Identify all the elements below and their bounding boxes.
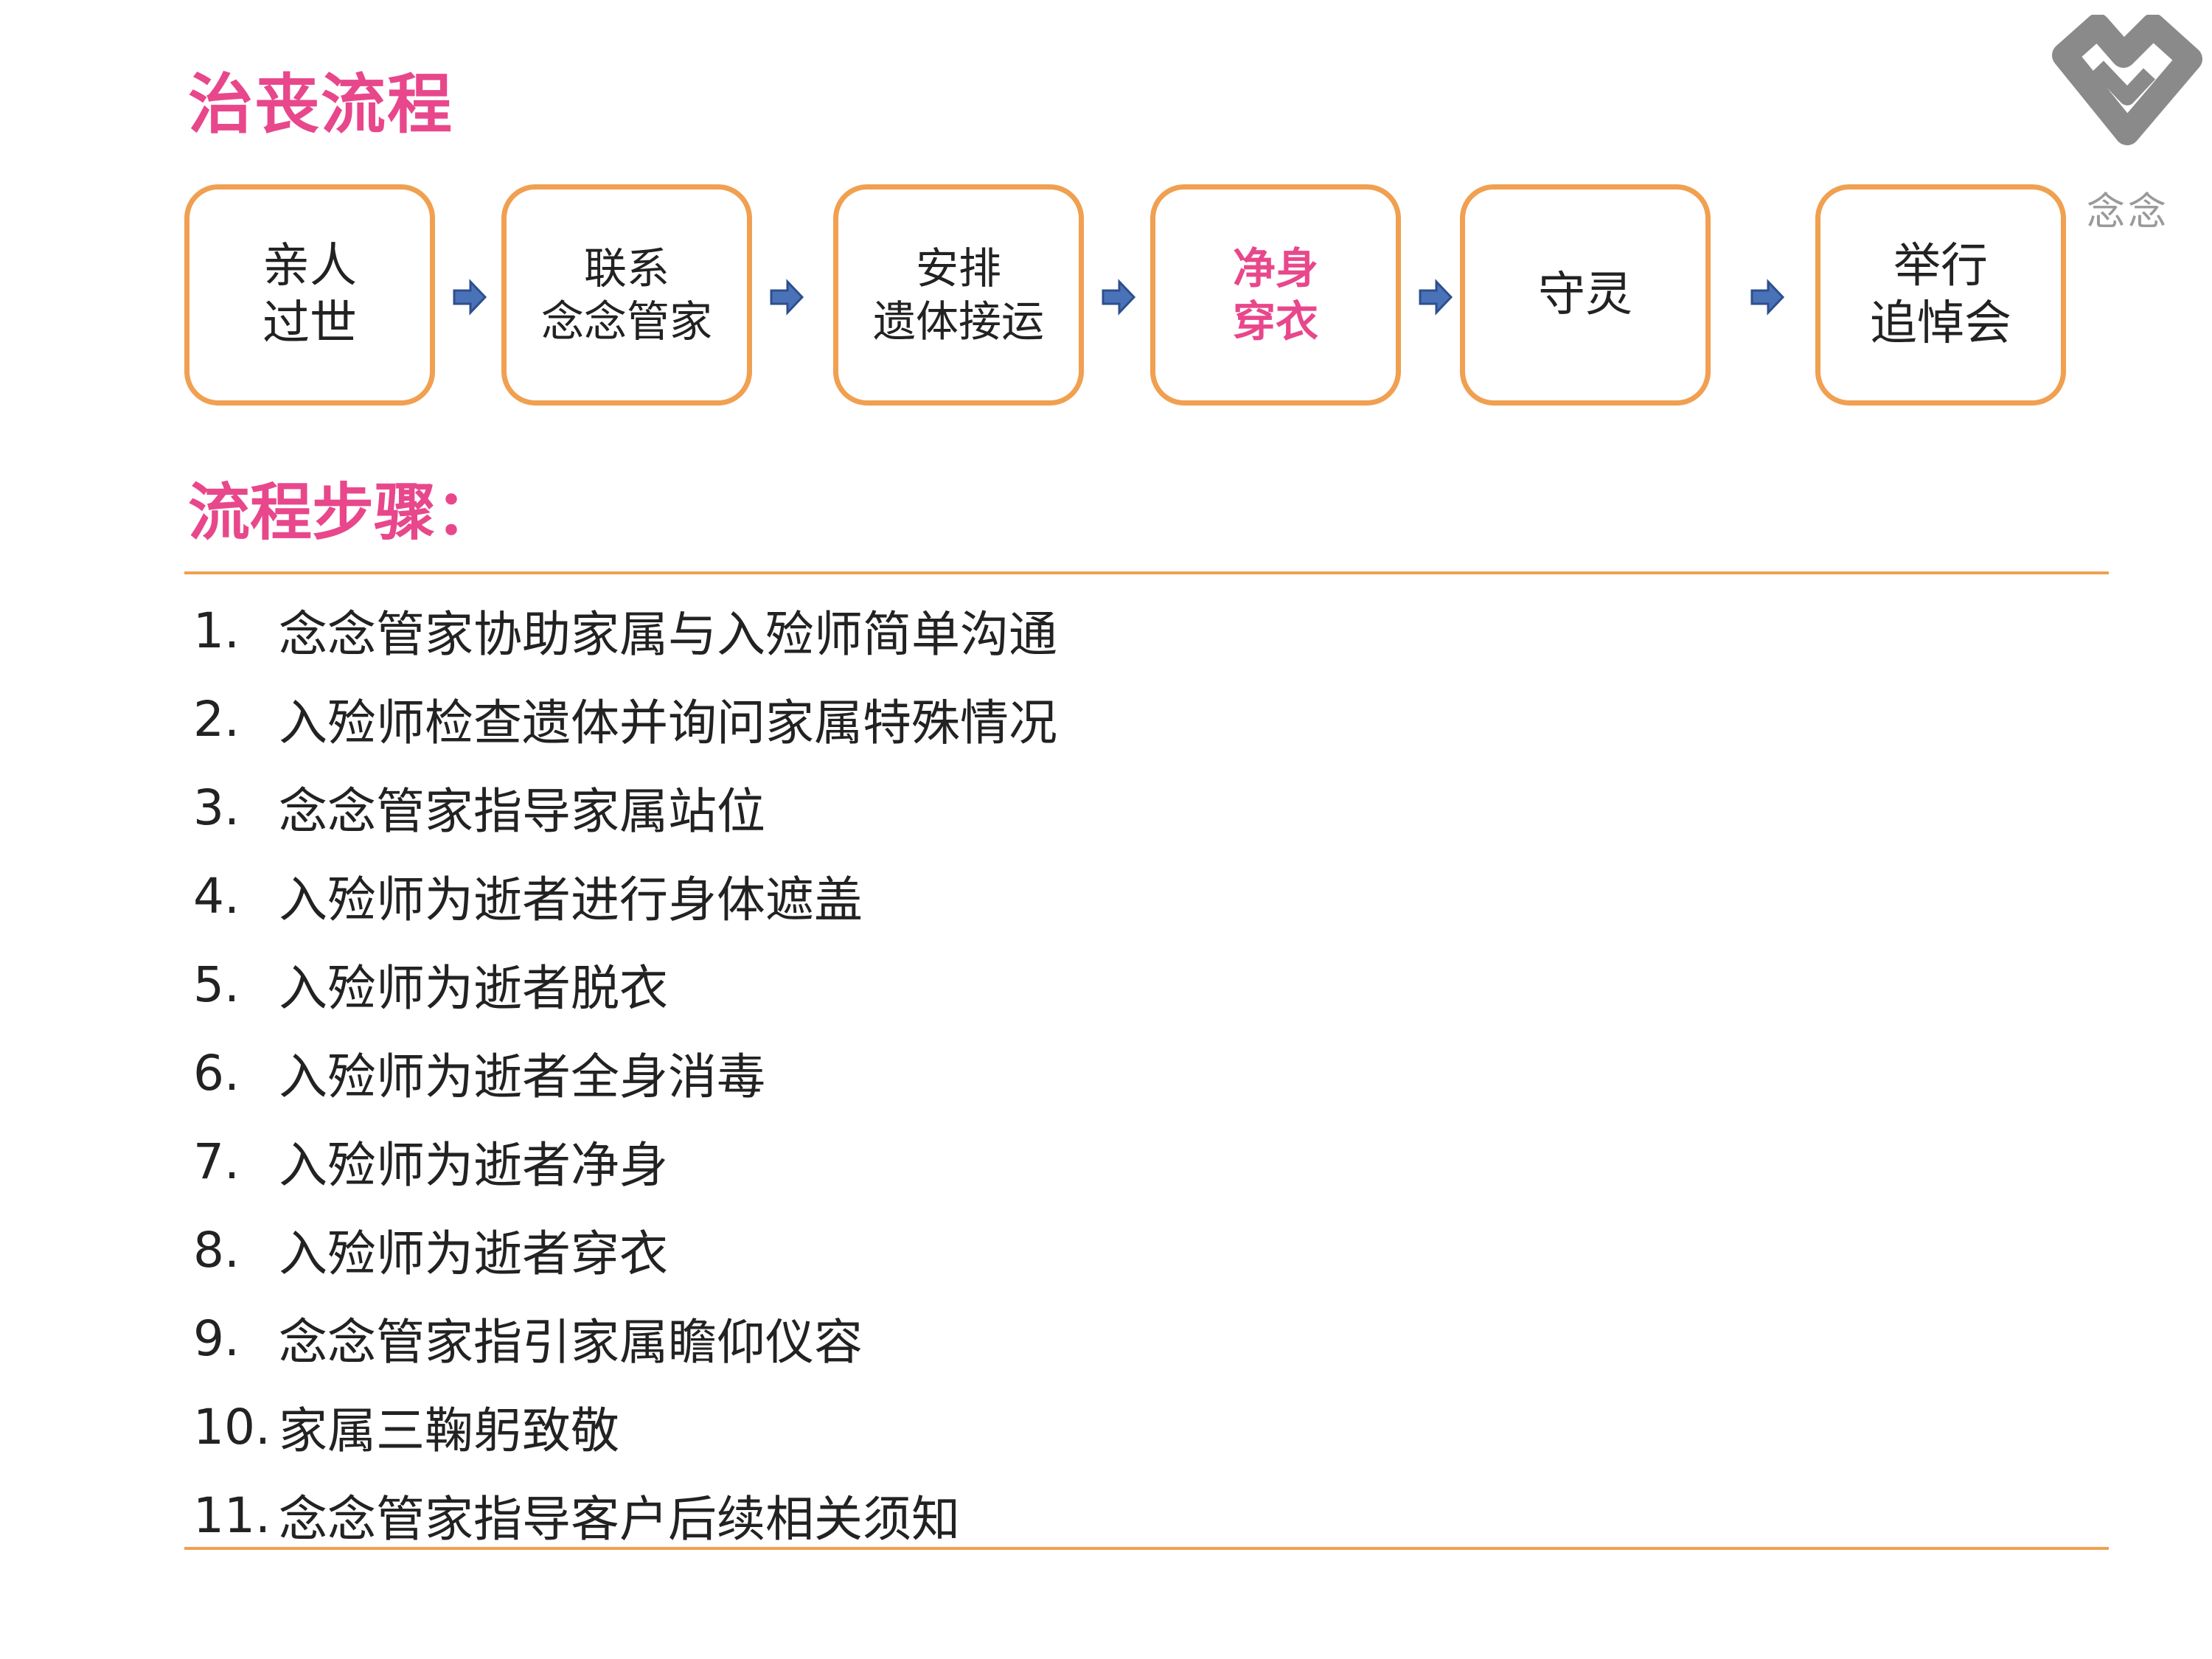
step-number: 4.	[193, 867, 240, 925]
arrow-right-icon	[1419, 279, 1453, 316]
flow-step-label: 安排 遗体接运	[872, 243, 1044, 347]
list-item: 7. 入殓师为逝者净身	[193, 1117, 2037, 1206]
step-text: 入殓师为逝者净身	[279, 1137, 668, 1194]
list-item: 5. 入殓师为逝者脱衣	[193, 940, 2037, 1029]
divider-bottom	[184, 1547, 2109, 1550]
step-number: 2.	[193, 690, 240, 748]
flow-step-label: 联系 念念管家	[540, 243, 712, 347]
arrow-right-icon	[770, 279, 804, 316]
flow-step-label: 守灵	[1538, 268, 1632, 322]
divider-top	[184, 571, 2109, 574]
list-item: 11. 念念管家指导客户后续相关须知	[193, 1471, 2037, 1559]
step-text: 念念管家协助家属与入殓师简单沟通	[279, 606, 1057, 663]
flow-step-6: 举行 追悼会	[1815, 184, 2066, 406]
flow-step-label: 亲人 过世	[262, 239, 357, 351]
step-number: 10.	[193, 1398, 271, 1455]
step-text: 念念管家指引家属瞻仰仪容	[279, 1314, 863, 1371]
flow-step-1: 亲人 过世	[184, 184, 435, 406]
flow-step-label: 举行 追悼会	[1870, 239, 2011, 351]
step-text: 入殓师检查遗体并询问家属特殊情况	[279, 695, 1057, 751]
step-number: 7.	[193, 1133, 240, 1190]
arrow-right-icon	[1102, 279, 1136, 316]
step-text: 入殓师为逝者全身消毒	[279, 1048, 765, 1105]
step-text: 入殓师为逝者进行身体遮盖	[279, 872, 863, 928]
list-item: 1. 念念管家协助家属与入殓师简单沟通	[193, 586, 2037, 675]
process-flow: 亲人 过世 联系 念念管家 安排 遗体接运 净身 穿衣 守灵 举行 追悼会	[0, 0, 2212, 442]
list-item: 6. 入殓师为逝者全身消毒	[193, 1029, 2037, 1117]
list-item: 9. 念念管家指引家属瞻仰仪容	[193, 1294, 2037, 1382]
step-number: 11.	[193, 1486, 271, 1544]
arrow-right-icon	[453, 279, 487, 316]
flow-step-4-current: 净身 穿衣	[1150, 184, 1401, 406]
step-text: 入殓师为逝者脱衣	[279, 960, 668, 1017]
flow-step-5: 守灵	[1460, 184, 1711, 406]
list-item: 4. 入殓师为逝者进行身体遮盖	[193, 852, 2037, 940]
step-text: 念念管家指导家属站位	[279, 783, 765, 840]
step-number: 5.	[193, 956, 240, 1013]
procedure-heading: 流程步骤：	[188, 476, 498, 549]
step-text: 念念管家指导客户后续相关须知	[279, 1491, 960, 1548]
step-text: 入殓师为逝者穿衣	[279, 1225, 668, 1282]
flow-step-label: 净身 穿衣	[1232, 243, 1318, 347]
step-number: 8.	[193, 1221, 240, 1279]
step-text: 家属三鞠躬致敬	[279, 1402, 619, 1459]
step-number: 3.	[193, 779, 240, 836]
list-item: 3. 念念管家指导家属站位	[193, 763, 2037, 852]
list-item: 10. 家属三鞠躬致敬	[193, 1382, 2037, 1471]
list-item: 8. 入殓师为逝者穿衣	[193, 1206, 2037, 1294]
arrow-right-icon	[1750, 279, 1785, 316]
step-number: 9.	[193, 1310, 240, 1367]
list-item: 2. 入殓师检查遗体并询问家属特殊情况	[193, 675, 2037, 763]
flow-step-3: 安排 遗体接运	[833, 184, 1084, 406]
procedure-list: 1. 念念管家协助家属与入殓师简单沟通 2. 入殓师检查遗体并询问家属特殊情况 3.…	[193, 586, 2037, 1559]
step-number: 6.	[193, 1044, 240, 1102]
step-number: 1.	[193, 602, 240, 659]
flow-step-2: 联系 念念管家	[501, 184, 752, 406]
